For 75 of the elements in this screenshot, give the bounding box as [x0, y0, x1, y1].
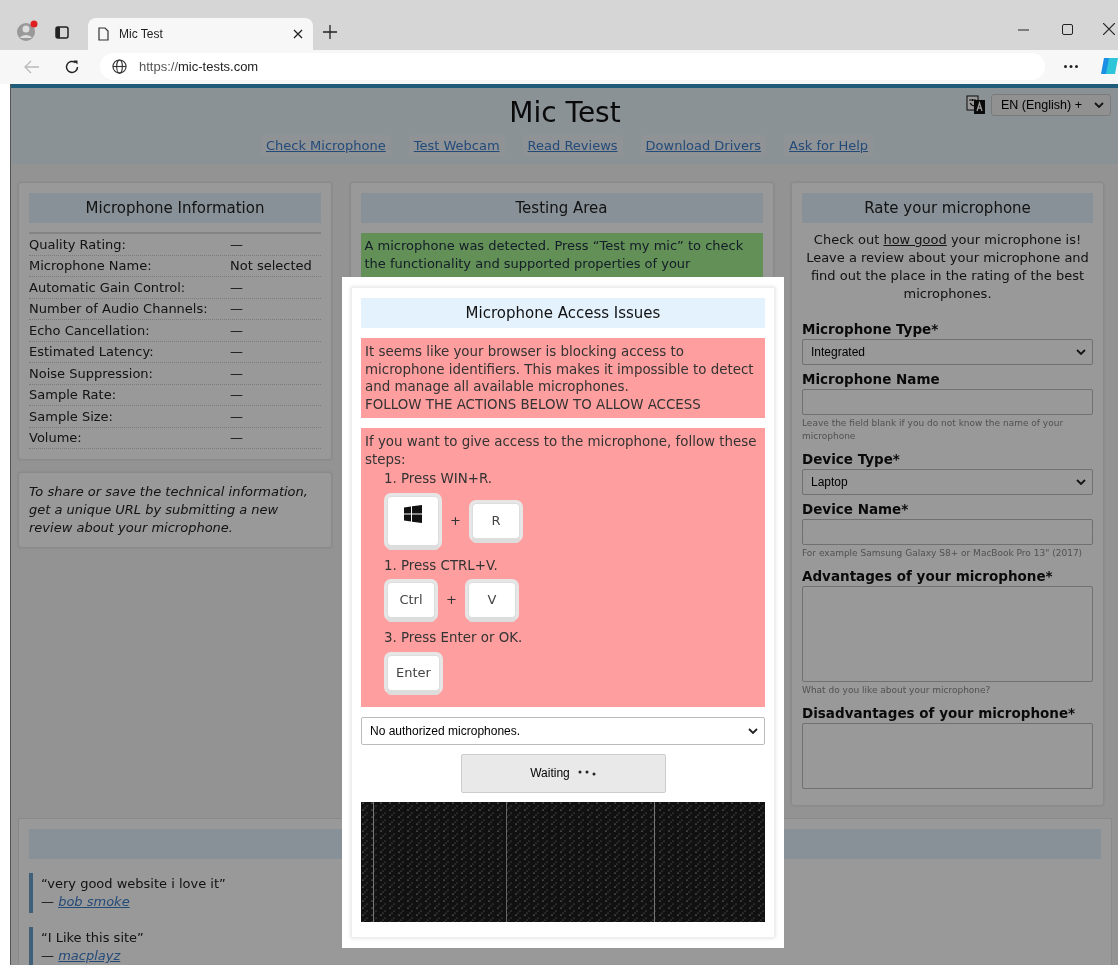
- panel-heading: Testing Area: [360, 193, 763, 223]
- caret-icon: [748, 727, 758, 734]
- info-label: Estimated Latency:: [29, 344, 155, 360]
- info-value: Not selected: [230, 258, 312, 274]
- select-field[interactable]: Integrated: [802, 339, 1093, 365]
- quote-text: “I Like this site”: [41, 929, 145, 947]
- info-label: Noise Suppression:: [29, 365, 154, 381]
- field-label: Microphone Name: [802, 371, 941, 387]
- waiting-button[interactable]: Waiting: [460, 753, 666, 793]
- field-label: Disadvantages of your microphone*: [802, 705, 1077, 721]
- plus-sign: +: [450, 511, 461, 530]
- input-field[interactable]: [802, 519, 1093, 545]
- tab-actions-icon[interactable]: [55, 26, 69, 39]
- modal-title: Microphone Access Issues: [361, 298, 765, 328]
- step-text: 1. Press CTRL+V.: [384, 556, 499, 574]
- warning-caps-text: FOLLOW THE ACTIONS BELOW TO ALLOW ACCESS: [365, 395, 702, 413]
- field-hint: For example Samsung Galaxy S8+ or MacBook Pro 13" (2017): [802, 547, 1084, 560]
- field-hint: Leave the field blank if you do not know the name of your microphone: [802, 417, 1065, 443]
- info-label: Volume:: [29, 430, 83, 446]
- more-icon[interactable]: [1064, 65, 1078, 68]
- quote-text: “very good website i love it”: [41, 875, 227, 893]
- close-icon[interactable]: [293, 29, 303, 39]
- profile-avatar-icon[interactable]: [16, 20, 40, 42]
- reload-icon[interactable]: [64, 59, 80, 75]
- dash: —: [41, 894, 54, 909]
- field-label: Microphone Type*: [802, 321, 940, 337]
- input-field[interactable]: [802, 389, 1093, 415]
- info-label: Number of Audio Channels:: [29, 301, 209, 317]
- info-value: —: [230, 279, 243, 295]
- caret-icon: [1076, 349, 1086, 355]
- loading-dots-icon: [577, 770, 596, 776]
- caret-icon: [1094, 102, 1104, 108]
- info-label: Echo Cancellation:: [29, 322, 151, 338]
- site-title: Mic Test: [509, 95, 621, 129]
- note-text: To share or save the technical information, get a unique URL by submitting a new review about your microphone.: [29, 483, 309, 537]
- info-label: Automatic Gain Control:: [29, 279, 187, 295]
- info-value: —: [230, 236, 243, 252]
- browser-tab[interactable]: Mic Test: [88, 18, 313, 50]
- language-select[interactable]: EN (English) +: [991, 94, 1111, 116]
- page-icon: [98, 27, 109, 41]
- caret-icon: [1076, 479, 1086, 485]
- info-label: Sample Size:: [29, 408, 114, 424]
- address-bar[interactable]: https://mic-tests.com: [100, 53, 1045, 80]
- select-field[interactable]: Laptop: [802, 469, 1093, 495]
- info-value: —: [230, 344, 243, 360]
- step-text: 3. Press Enter or OK.: [384, 629, 524, 647]
- intro-link[interactable]: how good: [883, 232, 947, 247]
- field-label: Device Type*: [802, 451, 901, 467]
- intro-text: Check out how good your microphone is! Leave a review about your microphone and find out the place in the rating of the best microphones.: [806, 231, 1089, 303]
- info-label: Sample Rate:: [29, 387, 118, 403]
- field-label: Device Name*: [802, 501, 910, 517]
- plus-sign: +: [446, 591, 457, 609]
- info-label: Microphone Name:: [29, 258, 153, 274]
- translate-icon: [966, 95, 986, 115]
- panel-heading: Rate your microphone: [802, 193, 1093, 223]
- close-icon[interactable]: [1103, 23, 1115, 35]
- info-value: —: [230, 365, 243, 381]
- field-hint: What do you like about your microphone?: [802, 684, 992, 697]
- microphone-select[interactable]: No authorized microphones.: [361, 716, 765, 745]
- info-value: —: [230, 387, 243, 403]
- maximize-icon[interactable]: [1062, 24, 1073, 35]
- windows-logo-icon: [404, 504, 422, 523]
- info-label: Quality Rating:: [29, 236, 127, 252]
- info-value: —: [230, 301, 243, 317]
- globe-icon: [112, 59, 127, 74]
- field-label: Advantages of your microphone*: [802, 568, 1054, 584]
- info-value: —: [230, 408, 243, 424]
- info-value: —: [230, 430, 243, 446]
- dash: —: [41, 948, 54, 963]
- new-tab-icon[interactable]: [323, 25, 337, 39]
- info-value: —: [230, 322, 243, 338]
- step-text: 1. Press WIN+R.: [384, 470, 494, 488]
- instructions-intro: If you want to give access to the microphone, follow these steps:: [365, 433, 758, 468]
- panel-heading: Microphone Information: [29, 193, 321, 223]
- warning-text: It seems like your browser is blocking access to microphone identifiers. This makes it impossible to detect and manage all available microphones.: [365, 343, 755, 396]
